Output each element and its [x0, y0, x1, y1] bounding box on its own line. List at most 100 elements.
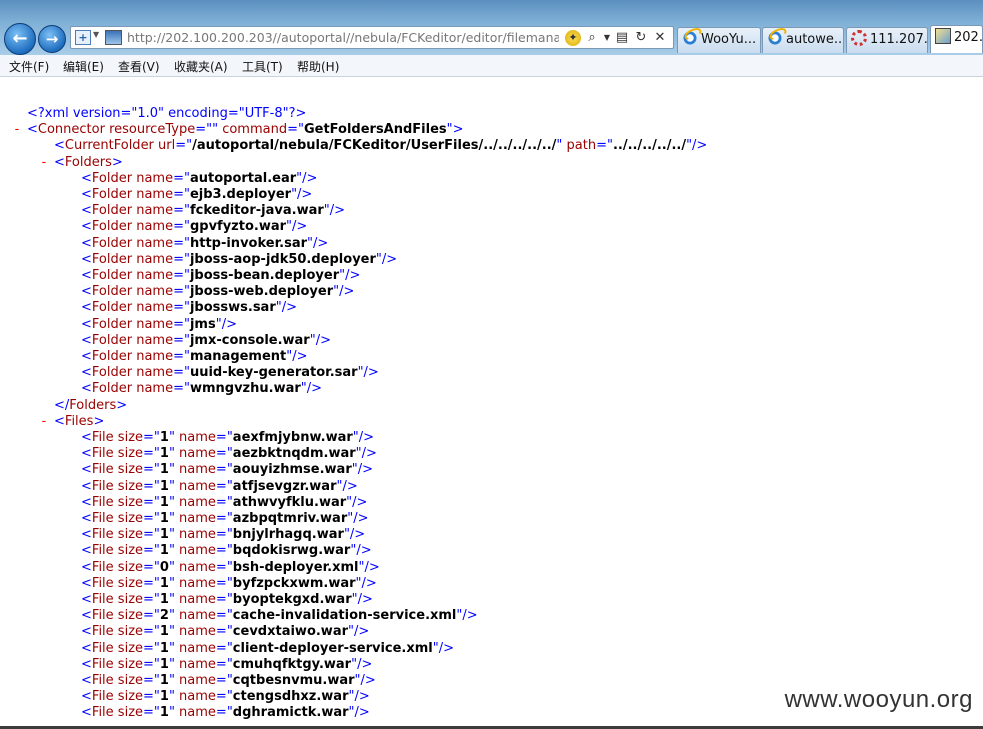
- attr-name: name: [174, 494, 216, 510]
- bracket: <: [81, 187, 92, 202]
- attr-quote: =": [173, 381, 190, 397]
- bracket: />: [297, 187, 313, 202]
- tag-name: Files: [64, 413, 94, 429]
- search-dropdown-icon[interactable]: ▼: [603, 30, 611, 46]
- chevron-down-icon[interactable]: ▼: [93, 30, 99, 39]
- bracket: />: [345, 268, 361, 283]
- attr-quote: =": [173, 187, 190, 202]
- back-button[interactable]: ←: [4, 23, 36, 55]
- bracket: <: [81, 251, 92, 267]
- bracket: />: [692, 138, 708, 154]
- attr-quote: =": [215, 527, 233, 543]
- tag-name: File: [91, 592, 114, 607]
- tag-name: Connector: [37, 122, 105, 138]
- folder-entry: <Folder name="jboss-web.deployer"/>: [81, 284, 354, 300]
- folder-name: http-invoker.sar: [189, 235, 308, 251]
- bracket: />: [354, 624, 370, 640]
- file-name: byfzpckxwm.war: [232, 575, 356, 591]
- collapse-toggle[interactable]: -: [13, 122, 21, 137]
- bracket: <: [81, 478, 92, 494]
- attr-name: name: [174, 624, 216, 640]
- menu-help[interactable]: 帮助(H): [297, 58, 339, 75]
- menu-favorites[interactable]: 收藏夹(A): [174, 58, 228, 75]
- attr-name: size: [113, 705, 144, 721]
- tab-111[interactable]: 111.207...: [846, 27, 928, 53]
- file-name: cmuhqfktgy.war: [232, 656, 352, 672]
- tab-autowe[interactable]: autowe...: [762, 27, 844, 53]
- file-size: 2: [159, 608, 169, 624]
- file-name: dghramictk.war: [232, 705, 349, 721]
- attr-quote: =": [173, 349, 190, 364]
- file-name: byoptekgxd.war: [232, 592, 352, 607]
- file-name: athwvyfklu.war: [232, 494, 347, 510]
- folder-entry: <Folder name="fckeditor-java.war"/>: [81, 203, 345, 219]
- file-name: azbpqtmriv.war: [232, 511, 348, 526]
- menu-file[interactable]: 文件(F): [9, 58, 49, 75]
- file-name: bsh-deployer.xml: [232, 559, 359, 575]
- attr-quote: =": [215, 494, 233, 510]
- attr-name: size: [113, 543, 144, 559]
- tab-wooyun[interactable]: WooYu...: [677, 27, 761, 53]
- file-size: 1: [159, 511, 169, 526]
- search-icon[interactable]: ⌕: [584, 30, 600, 46]
- folder-entry: <Folder name="uuid-key-generator.sar"/>: [81, 365, 379, 381]
- menu-tools[interactable]: 工具(T): [242, 58, 283, 75]
- file-entry: <File size="1" name="aexfmjybnw.war"/>: [81, 430, 374, 446]
- attr-quote: =": [143, 624, 160, 640]
- bracket: <: [81, 494, 92, 510]
- bracket: <: [54, 413, 65, 429]
- menu-edit[interactable]: 编辑(E): [63, 58, 104, 75]
- add-page-icon[interactable]: +: [75, 30, 91, 45]
- bracket: <: [27, 122, 38, 138]
- attr-name: name: [132, 203, 174, 219]
- menu-bar: 文件(F) 编辑(E) 查看(V) 收藏夹(A) 工具(T) 帮助(H): [0, 55, 983, 77]
- bracket: />: [349, 527, 366, 543]
- attr-quote: =": [173, 251, 190, 267]
- bracket: <: [81, 170, 92, 186]
- forward-button[interactable]: →: [38, 25, 66, 53]
- attr-quote: =": [143, 543, 160, 559]
- folders-close-line: </Folders>: [54, 398, 127, 414]
- menu-view[interactable]: 查看(V): [118, 58, 160, 75]
- bracket: >: [116, 397, 128, 413]
- address-url[interactable]: http://202.100.200.203//autoportal//nebu…: [127, 30, 559, 45]
- attr-name: name: [174, 640, 216, 656]
- collapse-toggle[interactable]: -: [40, 414, 48, 429]
- file-entry: <File size="1" name="azbpqtmriv.war"/>: [81, 511, 369, 527]
- attr-name: name: [132, 349, 174, 364]
- attr-name: size: [113, 446, 144, 462]
- attr-name: size: [113, 608, 144, 624]
- refresh-icon[interactable]: ↻: [633, 30, 649, 46]
- current-folder-path: ../../../../../: [612, 138, 687, 154]
- attr-name: size: [113, 673, 144, 688]
- attr-quote: =": [215, 543, 233, 559]
- collapse-toggle[interactable]: -: [40, 155, 48, 170]
- bracket: />: [462, 608, 478, 624]
- file-size: 1: [159, 494, 169, 510]
- bracket: <: [81, 284, 92, 300]
- bracket: <: [81, 235, 92, 251]
- bracket: <: [81, 268, 92, 283]
- attr-quote: =": [143, 656, 160, 672]
- bracket: <: [81, 673, 92, 688]
- compatibility-icon[interactable]: ✦: [565, 30, 581, 46]
- bracket: />: [292, 219, 308, 235]
- tab-202[interactable]: 202...: [930, 25, 983, 53]
- tag-name: File: [91, 673, 114, 688]
- file-size: 1: [159, 656, 169, 672]
- bracket: <: [81, 624, 92, 640]
- attr-name: size: [113, 494, 144, 510]
- tag-name: File: [91, 430, 114, 445]
- folder-name: wmngvzhu.war: [189, 381, 301, 397]
- loading-icon: [851, 30, 867, 46]
- file-size: 1: [159, 673, 169, 688]
- tag-name: Folder: [91, 365, 133, 381]
- address-bar[interactable]: + ▼ http://202.100.200.203//autoportal//…: [70, 26, 674, 49]
- attr-quote: =": [143, 575, 160, 591]
- close-icon[interactable]: ✕: [652, 30, 668, 46]
- attr-quote: =": [215, 624, 233, 640]
- bracket: />: [221, 316, 237, 332]
- compat-view-icon[interactable]: ▤: [614, 30, 630, 46]
- bracket: <: [81, 559, 92, 575]
- file-entry: <File size="1" name="cqtbesnvmu.war"/>: [81, 673, 376, 689]
